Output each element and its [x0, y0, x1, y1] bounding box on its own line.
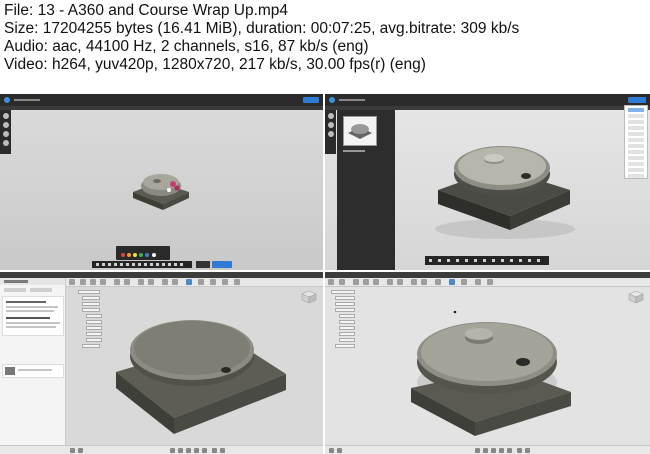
a360-subbar: [0, 106, 323, 110]
download-button[interactable]: [628, 97, 646, 103]
data-panel-icon[interactable]: [328, 279, 334, 285]
open-button[interactable]: [303, 97, 319, 103]
a360-title-placeholder-2: [339, 99, 365, 101]
fusion-data-panel: [0, 278, 66, 445]
save-markup-button[interactable]: [212, 261, 232, 268]
model-workspace-icon[interactable]: [69, 279, 75, 285]
a360-logo-icon-2: [329, 97, 335, 103]
pan-icon-2[interactable]: [327, 122, 334, 128]
a360-title-placeholder: [14, 99, 40, 101]
design-list-item[interactable]: [2, 364, 64, 378]
tree-root-node[interactable]: [78, 290, 100, 294]
orbit-icon-2[interactable]: [327, 113, 334, 119]
part-model-large[interactable]: [430, 134, 580, 244]
a360-header-bar: [0, 94, 323, 106]
video-line: Video: h264, yuv420p, 1280x720, 217 kb/s…: [4, 56, 426, 73]
markup-tool-icons[interactable]: [96, 263, 186, 266]
zoom-icon-2[interactable]: [327, 131, 334, 137]
cancel-markup-button[interactable]: [196, 261, 210, 268]
zoom-icon[interactable]: [2, 131, 9, 137]
color-swatch-white[interactable]: [152, 253, 156, 257]
version-dropdown-list[interactable]: [624, 105, 648, 179]
inspect-icon-2[interactable]: [449, 279, 455, 285]
thumbnail-caption: [343, 150, 365, 152]
markup-color-popup: [116, 246, 170, 260]
size-line: Size: 17204255 bytes (16.41 MiB), durati…: [4, 20, 520, 37]
a360-logo-icon: [4, 97, 10, 103]
viewer-side-tools-2: [325, 110, 336, 154]
frame-a360-markup: [0, 94, 323, 270]
viewer-toolbar: [425, 256, 549, 265]
fusion-toolbar-2: [325, 278, 650, 287]
audio-line: Audio: aac, 44100 Hz, 2 channels, s16, 8…: [4, 38, 369, 55]
thumbnail-part-image: [348, 124, 372, 139]
data-panel-project-name: [4, 280, 28, 283]
upload-button[interactable]: [4, 288, 26, 292]
frame-fusion-data-panel: [0, 272, 323, 454]
a360-header-bar-2: [325, 94, 650, 106]
video-info-header: File: 13 - A360 and Course Wrap Up.mp4 S…: [4, 0, 650, 86]
orbit-nav-icon[interactable]: [170, 448, 175, 453]
fusion-toolbar: [66, 278, 323, 287]
orbit-icon[interactable]: [2, 113, 9, 119]
frame-a360-browser: [325, 94, 650, 270]
design-thumbnail: [5, 367, 15, 375]
tree-root-node-2[interactable]: [331, 290, 355, 294]
model-browser-panel: [337, 110, 395, 270]
color-swatch-orange[interactable]: [127, 253, 131, 257]
fit-icon[interactable]: [2, 140, 9, 146]
viewcube-icon-2[interactable]: [628, 290, 644, 304]
inspect-icon[interactable]: [186, 279, 192, 285]
model-thumbnail[interactable]: [343, 116, 377, 146]
part-model-fusion-2[interactable]: [405, 302, 575, 438]
color-swatch-blue[interactable]: [145, 253, 149, 257]
color-swatch-red[interactable]: [121, 253, 125, 257]
viewer-side-tools: [0, 110, 11, 154]
new-folder-button[interactable]: [30, 288, 52, 292]
viewer-tool-icons[interactable]: [429, 259, 545, 262]
file-line: File: 13 - A360 and Course Wrap Up.mp4: [4, 2, 289, 19]
part-model-small[interactable]: [125, 166, 195, 216]
pan-icon[interactable]: [2, 122, 9, 128]
viewcube-icon[interactable]: [301, 290, 317, 304]
fusion-nav-bar-2: [325, 445, 650, 454]
activity-card: [2, 296, 64, 336]
color-swatch-green[interactable]: [139, 253, 143, 257]
fusion-nav-bar: [0, 445, 323, 454]
frame-fusion-browser-tree: [325, 272, 650, 454]
markup-toolbar: [92, 261, 192, 268]
color-swatch-yellow[interactable]: [133, 253, 137, 257]
data-panel-header: [0, 278, 65, 285]
part-model-fusion-1[interactable]: [110, 308, 290, 440]
orbit-nav-icon-2[interactable]: [475, 448, 480, 453]
